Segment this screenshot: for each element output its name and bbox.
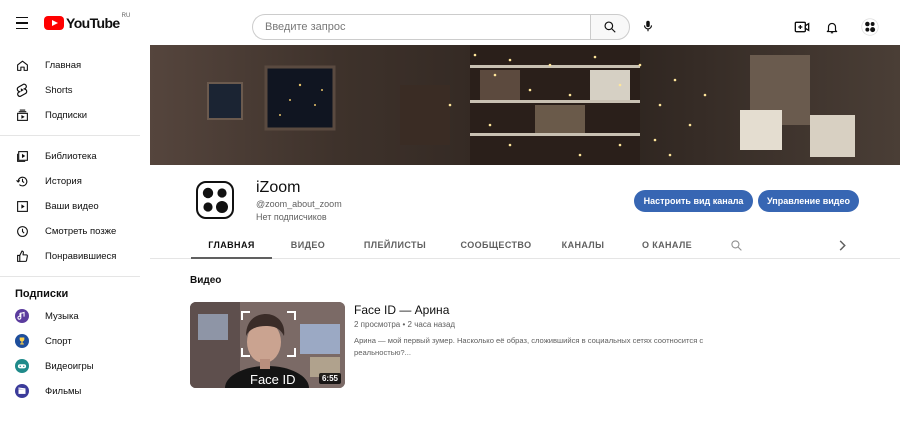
avatar-icon — [861, 18, 879, 36]
home-icon — [15, 58, 29, 72]
watch-later-icon — [15, 224, 29, 238]
search-bar — [252, 14, 630, 40]
channel-tabs: ГЛАВНАЯ ВИДЕО ПЛЕЙЛИСТЫ СООБЩЕСТВО КАНАЛ… — [150, 232, 900, 259]
search-input[interactable] — [252, 14, 590, 40]
sidebar-subscription-music[interactable]: Музыка — [0, 304, 140, 328]
sidebar-item-label: История — [45, 175, 82, 187]
channel-logo-icon — [196, 181, 234, 219]
sidebar-item-home[interactable]: Главная — [0, 53, 140, 77]
sidebar-item-watch-later[interactable]: Смотреть позже — [0, 219, 140, 243]
sidebar-item-library[interactable]: Библиотека — [0, 144, 140, 168]
microphone-icon — [643, 20, 653, 32]
sidebar-item-label: Подписки — [45, 109, 88, 121]
sport-channel-icon — [15, 334, 29, 348]
gaming-channel-icon — [15, 359, 29, 373]
sidebar-divider — [0, 135, 140, 136]
tab-playlists[interactable]: ПЛЕЙЛИСТЫ — [355, 232, 435, 258]
channel-search-button[interactable] — [726, 232, 746, 258]
search-icon — [730, 239, 742, 251]
sidebar-subscription-gaming[interactable]: Видеоигры — [0, 354, 140, 378]
sidebar-item-your-videos[interactable]: Ваши видео — [0, 194, 140, 218]
view-count: 2 просмотра — [354, 320, 401, 329]
account-avatar[interactable] — [860, 17, 880, 37]
subscriber-count: Нет подписчиков — [256, 212, 327, 222]
tabs-next-button[interactable] — [834, 232, 850, 258]
create-video-icon — [794, 21, 810, 33]
sidebar-item-label: Главная — [45, 59, 82, 71]
sidebar-subscription-movies[interactable]: Фильмы — [0, 379, 140, 403]
sidebar-item-label: Музыка — [45, 310, 79, 322]
sidebar-item-label: Понравившиеся — [45, 250, 117, 262]
channel-handle: @zoom_about_zoom — [256, 199, 342, 209]
upload-age: 2 часа назад — [407, 320, 456, 329]
video-meta: 2 просмотра • 2 часа назад — [354, 320, 455, 329]
tab-videos[interactable]: ВИДЕО — [280, 232, 336, 258]
tab-channels[interactable]: КАНАЛЫ — [555, 232, 611, 258]
sidebar-item-label: Спорт — [45, 335, 72, 347]
your-videos-icon — [15, 199, 29, 213]
sidebar-item-label: Библиотека — [45, 150, 97, 162]
customize-channel-button[interactable]: Настроить вид канала — [634, 190, 753, 212]
sidebar-item-history[interactable]: История — [0, 169, 140, 193]
region-code: RU — [121, 13, 131, 19]
sidebar-item-label: Ваши видео — [45, 200, 99, 212]
movies-channel-icon — [15, 384, 29, 398]
search-button[interactable] — [590, 14, 630, 40]
sidebar-item-label: Shorts — [45, 84, 73, 96]
library-icon — [15, 149, 29, 163]
logo-text: YouTube — [66, 15, 120, 31]
video-description: Арина — мой первый зумер. Насколько её о… — [354, 336, 704, 357]
voice-search-button[interactable] — [638, 16, 658, 36]
sidebar: Главная Shorts Подписки Библиотека Истор… — [0, 45, 150, 423]
tab-home[interactable]: ГЛАВНАЯ — [191, 232, 272, 259]
chevron-right-icon — [839, 239, 846, 251]
thumbnail-caption: Face ID — [250, 372, 296, 387]
meta-separator: • — [402, 320, 406, 329]
channel-banner — [150, 45, 900, 165]
subscriptions-icon — [15, 108, 29, 122]
history-icon — [15, 174, 29, 188]
create-video-button[interactable] — [792, 17, 812, 37]
manage-videos-button[interactable]: Управление видео — [758, 190, 859, 212]
thumbs-up-icon — [15, 249, 29, 263]
sidebar-item-shorts[interactable]: Shorts — [0, 78, 140, 102]
video-title[interactable]: Face ID — Арина — [354, 303, 449, 317]
subscriptions-heading: Подписки — [15, 288, 69, 300]
notifications-button[interactable] — [822, 17, 842, 37]
video-duration: 6:55 — [318, 373, 341, 384]
banner-image — [150, 45, 900, 165]
sidebar-item-label: Видеоигры — [45, 360, 94, 372]
video-thumbnail[interactable]: Face ID 6:55 — [190, 302, 345, 388]
tab-about[interactable]: О КАНАЛЕ — [632, 232, 702, 258]
channel-avatar[interactable] — [190, 175, 240, 225]
youtube-logo-icon — [44, 16, 64, 30]
bell-icon — [826, 22, 838, 33]
sidebar-item-label: Смотреть позже — [45, 225, 117, 237]
sidebar-subscription-sport[interactable]: Спорт — [0, 329, 140, 353]
top-bar: YouTube RU — [0, 0, 900, 45]
youtube-logo[interactable]: YouTube RU — [44, 13, 131, 32]
channel-name: iZoom — [256, 179, 301, 196]
sidebar-divider — [0, 276, 140, 277]
shorts-icon — [15, 83, 29, 97]
sidebar-item-subscriptions[interactable]: Подписки — [0, 103, 140, 127]
sidebar-item-label: Фильмы — [45, 385, 82, 397]
menu-icon[interactable] — [12, 13, 32, 33]
music-channel-icon — [15, 309, 29, 323]
section-title: Видео — [190, 275, 222, 286]
search-icon — [604, 21, 616, 33]
sidebar-item-liked[interactable]: Понравившиеся — [0, 244, 140, 268]
tab-community[interactable]: СООБЩЕСТВО — [454, 232, 538, 258]
